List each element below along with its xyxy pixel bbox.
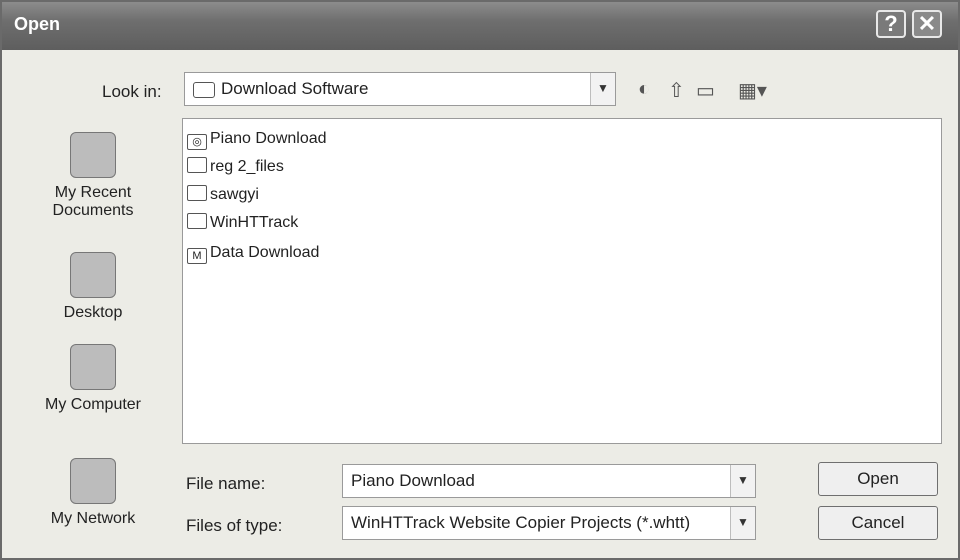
file-name-value: Piano Download <box>351 471 475 490</box>
folder-icon <box>187 157 207 173</box>
open-button[interactable]: Open <box>818 462 938 496</box>
list-item[interactable]: ◎ Piano Download <box>187 129 327 150</box>
places-bar: My Recent Documents Desktop My Computer … <box>22 120 164 550</box>
file-type-label: Files of type: <box>186 516 283 535</box>
file-type-dropdown[interactable]: WinHTTrack Website Copier Projects (*.wh… <box>342 506 756 540</box>
title-bar: Open ? ✕ <box>2 2 958 50</box>
desktop-icon <box>70 252 116 298</box>
list-item[interactable]: WinHTTrack <box>187 213 298 233</box>
new-folder-icon[interactable]: ▭ <box>696 78 715 103</box>
up-folder-icon[interactable]: ⇧ <box>668 78 685 103</box>
help-button[interactable]: ? <box>876 10 906 38</box>
file-name-label: File name: <box>186 474 266 493</box>
cancel-button[interactable]: Cancel <box>818 506 938 540</box>
file-name-input[interactable]: Piano Download ▼ <box>342 464 756 498</box>
document-icon: M <box>187 248 207 264</box>
open-dialog: Open ? ✕ Look in: Download Software ▼ ◐ … <box>0 0 960 560</box>
place-label: My Computer <box>44 396 142 413</box>
file-name: sawgyi <box>210 186 259 203</box>
chevron-down-icon[interactable]: ▼ <box>590 73 615 105</box>
look-in-dropdown[interactable]: Download Software ▼ <box>184 72 616 106</box>
file-name: reg 2_files <box>210 158 284 175</box>
place-desktop[interactable]: Desktop <box>22 252 164 322</box>
list-item[interactable]: reg 2_files <box>187 157 284 177</box>
dialog-title: Open <box>14 14 61 34</box>
close-button[interactable]: ✕ <box>912 10 942 38</box>
file-name: WinHTTrack <box>210 214 299 231</box>
list-item[interactable]: sawgyi <box>187 185 259 205</box>
file-icon: ◎ <box>187 134 207 150</box>
chevron-down-icon[interactable]: ▼ <box>730 465 755 497</box>
place-my-recent-documents[interactable]: My Recent Documents <box>22 132 164 220</box>
place-my-network[interactable]: My Network <box>22 458 164 528</box>
chevron-down-icon[interactable]: ▼ <box>730 507 755 539</box>
network-icon <box>70 458 116 504</box>
back-icon[interactable]: ◐ <box>638 78 650 101</box>
file-list[interactable]: ◎ Piano Download reg 2_files sawgyi WinHT… <box>182 118 942 444</box>
computer-icon <box>70 344 116 390</box>
clock-document-icon <box>70 132 116 178</box>
file-name: Piano Download <box>210 130 327 147</box>
look-in-label: Look in: <box>102 82 162 101</box>
file-type-value: WinHTTrack Website Copier Projects (*.wh… <box>351 513 691 532</box>
look-in-value: Download Software <box>221 79 369 98</box>
list-item[interactable]: M Data Download <box>187 243 320 264</box>
views-menu-icon[interactable]: ▦▾ <box>738 78 767 103</box>
place-my-computer[interactable]: My Computer <box>22 344 164 414</box>
place-label: My Recent Documents <box>52 184 134 219</box>
place-label: My Network <box>50 510 136 527</box>
place-label: Desktop <box>63 304 123 321</box>
file-name: Data Download <box>210 244 320 261</box>
folder-icon <box>193 82 215 98</box>
folder-icon <box>187 213 207 229</box>
folder-icon <box>187 185 207 201</box>
